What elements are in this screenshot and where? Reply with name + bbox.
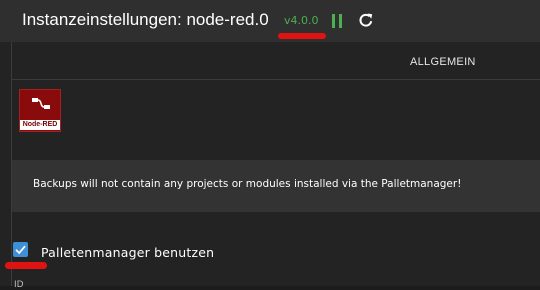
backup-info-box: Backups will not contain any projects or… bbox=[12, 160, 540, 212]
page-title: Instanzeinstellungen: node-red.0 bbox=[22, 10, 269, 29]
version-label: v4.0.0 bbox=[284, 14, 319, 27]
palette-manager-checkbox[interactable] bbox=[13, 242, 28, 257]
annotation-underline-checkbox bbox=[5, 262, 47, 269]
refresh-icon[interactable] bbox=[358, 12, 374, 29]
title-bar: Instanzeinstellungen: node-red.0 v4.0.0 bbox=[0, 0, 540, 42]
node-red-logo: Node-RED bbox=[19, 89, 61, 132]
palette-manager-label: Palletenmanager benutzen bbox=[41, 245, 215, 260]
checkmark-icon bbox=[15, 245, 26, 255]
tab-bar-divider bbox=[12, 79, 540, 80]
id-label-partial: ID bbox=[14, 280, 24, 290]
pause-icon[interactable] bbox=[331, 14, 343, 28]
backup-info-text: Backups will not contain any projects or… bbox=[33, 178, 462, 190]
annotation-underline-version bbox=[278, 33, 326, 39]
node-red-flow-icon bbox=[32, 98, 50, 109]
node-red-logo-label: Node-RED bbox=[20, 120, 60, 130]
tab-allgemein[interactable]: ALLGEMEIN bbox=[410, 56, 476, 68]
